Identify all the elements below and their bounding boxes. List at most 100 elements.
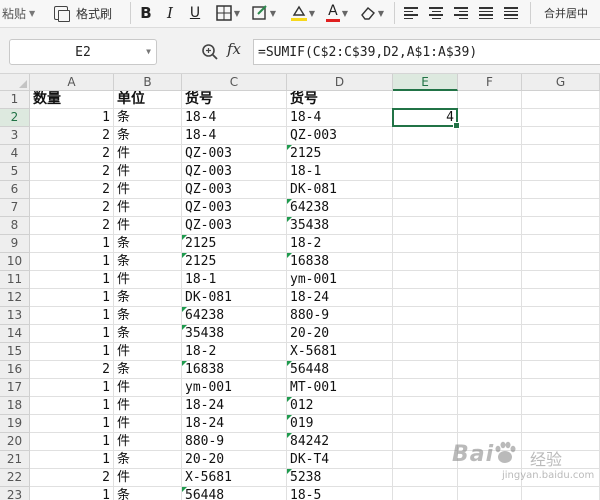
- empty-cell[interactable]: [522, 307, 600, 325]
- row-header-11[interactable]: 11: [0, 271, 30, 289]
- empty-cell[interactable]: [393, 379, 458, 397]
- empty-cell[interactable]: [393, 325, 458, 343]
- quantity-cell[interactable]: 2: [30, 163, 114, 181]
- unit-cell[interactable]: 条: [114, 253, 182, 271]
- unit-cell[interactable]: 条: [114, 109, 182, 127]
- item-code-cell[interactable]: DK-081: [182, 289, 287, 307]
- empty-cell[interactable]: [393, 307, 458, 325]
- empty-cell[interactable]: [522, 433, 600, 451]
- quantity-cell[interactable]: 1: [30, 397, 114, 415]
- column-header-d[interactable]: D: [287, 74, 393, 91]
- quantity-cell[interactable]: 2: [30, 217, 114, 235]
- empty-cell[interactable]: [393, 361, 458, 379]
- lookup-code-cell[interactable]: 84242: [287, 433, 393, 451]
- border-button[interactable]: ▼: [212, 0, 244, 26]
- header-cell-d[interactable]: 货号: [287, 91, 393, 109]
- empty-cell[interactable]: [522, 397, 600, 415]
- unit-cell[interactable]: 件: [114, 145, 182, 163]
- item-code-cell[interactable]: 56448: [182, 487, 287, 500]
- unit-cell[interactable]: 条: [114, 307, 182, 325]
- unit-cell[interactable]: 件: [114, 397, 182, 415]
- item-code-cell[interactable]: 2125: [182, 235, 287, 253]
- unit-cell[interactable]: 条: [114, 361, 182, 379]
- row-header-5[interactable]: 5: [0, 163, 30, 181]
- empty-cell[interactable]: [522, 271, 600, 289]
- lookup-code-cell[interactable]: 20-20: [287, 325, 393, 343]
- quantity-cell[interactable]: 1: [30, 451, 114, 469]
- empty-cell[interactable]: [393, 181, 458, 199]
- row-header-6[interactable]: 6: [0, 181, 30, 199]
- item-code-cell[interactable]: 20-20: [182, 451, 287, 469]
- row-header-1[interactable]: 1: [0, 91, 30, 109]
- clear-format-button[interactable]: ▼: [356, 0, 388, 26]
- empty-cell[interactable]: [522, 181, 600, 199]
- highlight-dropdown-icon[interactable]: ▼: [309, 9, 315, 18]
- empty-cell[interactable]: [458, 325, 522, 343]
- bold-button[interactable]: B: [136, 0, 156, 26]
- empty-cell[interactable]: [393, 235, 458, 253]
- empty-cell[interactable]: [458, 127, 522, 145]
- item-code-cell[interactable]: QZ-003: [182, 199, 287, 217]
- header-cell-c[interactable]: 货号: [182, 91, 287, 109]
- item-code-cell[interactable]: 18-24: [182, 397, 287, 415]
- empty-cell[interactable]: [458, 199, 522, 217]
- empty-cell[interactable]: [522, 145, 600, 163]
- quantity-cell[interactable]: 1: [30, 271, 114, 289]
- empty-cell[interactable]: [458, 487, 522, 500]
- row-header-4[interactable]: 4: [0, 145, 30, 163]
- unit-cell[interactable]: 条: [114, 235, 182, 253]
- item-code-cell[interactable]: 18-4: [182, 127, 287, 145]
- quantity-cell[interactable]: 1: [30, 379, 114, 397]
- row-header-16[interactable]: 16: [0, 361, 30, 379]
- empty-cell[interactable]: [522, 379, 600, 397]
- empty-cell[interactable]: [458, 361, 522, 379]
- empty-cell[interactable]: [522, 289, 600, 307]
- empty-cell[interactable]: [458, 271, 522, 289]
- unit-cell[interactable]: 件: [114, 271, 182, 289]
- quantity-cell[interactable]: 1: [30, 433, 114, 451]
- unit-cell[interactable]: 件: [114, 181, 182, 199]
- lookup-code-cell[interactable]: 880-9: [287, 307, 393, 325]
- empty-cell[interactable]: [458, 343, 522, 361]
- item-code-cell[interactable]: 18-2: [182, 343, 287, 361]
- lookup-code-cell[interactable]: DK-T4: [287, 451, 393, 469]
- fill-style-dropdown-icon[interactable]: ▼: [270, 9, 276, 18]
- quantity-cell[interactable]: 2: [30, 199, 114, 217]
- formula-input[interactable]: =SUMIF(C$2:C$39,D2,A$1:A$39): [253, 39, 600, 65]
- item-code-cell[interactable]: ym-001: [182, 379, 287, 397]
- quantity-cell[interactable]: 1: [30, 109, 114, 127]
- clear-format-dropdown-icon[interactable]: ▼: [378, 9, 384, 18]
- justify-icon[interactable]: [479, 7, 493, 19]
- unit-cell[interactable]: 件: [114, 469, 182, 487]
- empty-cell[interactable]: [458, 415, 522, 433]
- row-header-9[interactable]: 9: [0, 235, 30, 253]
- lookup-code-cell[interactable]: 18-24: [287, 289, 393, 307]
- empty-cell[interactable]: [522, 163, 600, 181]
- lookup-code-cell[interactable]: X-5681: [287, 343, 393, 361]
- empty-cell[interactable]: [522, 325, 600, 343]
- quantity-cell[interactable]: 1: [30, 325, 114, 343]
- lookup-code-cell[interactable]: QZ-003: [287, 127, 393, 145]
- lookup-code-cell[interactable]: ym-001: [287, 271, 393, 289]
- item-code-cell[interactable]: 64238: [182, 307, 287, 325]
- quantity-cell[interactable]: 2: [30, 127, 114, 145]
- item-code-cell[interactable]: 2125: [182, 253, 287, 271]
- quantity-cell[interactable]: 2: [30, 145, 114, 163]
- empty-cell[interactable]: [393, 145, 458, 163]
- empty-cell[interactable]: [522, 199, 600, 217]
- item-code-cell[interactable]: 18-1: [182, 271, 287, 289]
- quantity-cell[interactable]: 1: [30, 289, 114, 307]
- column-header-g[interactable]: G: [522, 74, 600, 91]
- border-dropdown-icon[interactable]: ▼: [234, 9, 240, 18]
- empty-cell[interactable]: [393, 217, 458, 235]
- empty-cell[interactable]: [458, 253, 522, 271]
- empty-cell[interactable]: [458, 91, 522, 109]
- row-header-21[interactable]: 21: [0, 451, 30, 469]
- select-all-corner[interactable]: [0, 74, 30, 91]
- merge-center-button[interactable]: 合并居中: [540, 0, 600, 26]
- underline-button[interactable]: U: [184, 0, 206, 26]
- font-color-dropdown-icon[interactable]: ▼: [342, 9, 348, 18]
- lookup-code-cell[interactable]: 18-4: [287, 109, 393, 127]
- lookup-code-cell[interactable]: 18-2: [287, 235, 393, 253]
- row-header-8[interactable]: 8: [0, 217, 30, 235]
